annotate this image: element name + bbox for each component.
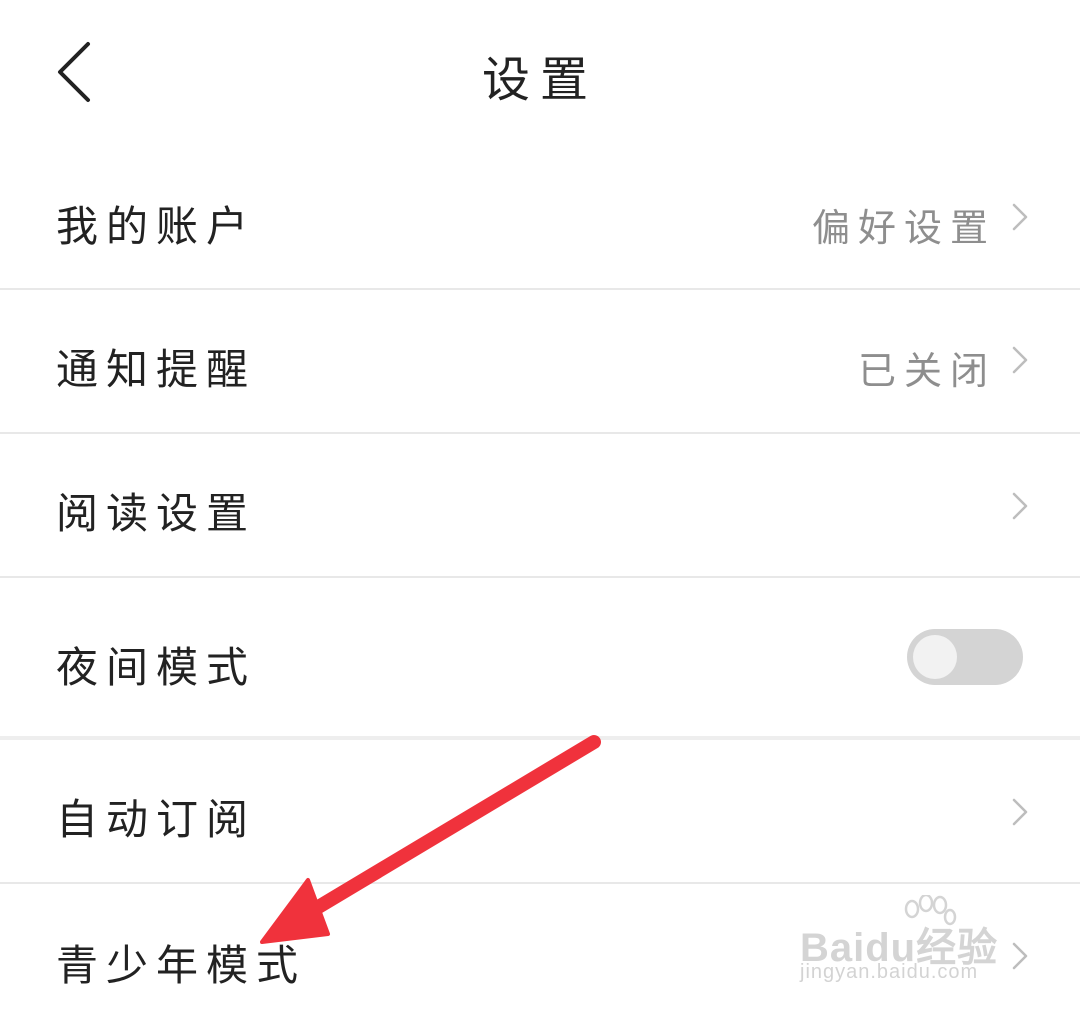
settings-screen: 设置 我的账户 偏好设置 通知提醒 已关闭 阅读设置 夜间模式 自动订阅 青少年…: [0, 0, 1080, 1012]
watermark-url: jingyan.baidu.com: [800, 961, 979, 983]
chevron-right-icon: [1012, 346, 1028, 374]
row-value: 偏好设置: [811, 206, 996, 250]
chevron-right-icon: [1012, 203, 1028, 231]
header-bar: 设置: [0, 0, 1080, 145]
night-mode-toggle[interactable]: [907, 629, 1023, 685]
row-label: 自动订阅: [56, 795, 257, 844]
row-label: 通知提醒: [56, 345, 257, 394]
settings-row-notifications[interactable]: 通知提醒 已关闭: [0, 290, 1080, 432]
row-label: 青少年模式: [56, 941, 307, 990]
row-label: 阅读设置: [56, 489, 257, 538]
row-value: 已关闭: [857, 349, 996, 393]
row-label: 我的账户: [56, 202, 257, 251]
settings-row-reading[interactable]: 阅读设置: [0, 434, 1080, 576]
chevron-right-icon: [1012, 798, 1028, 826]
row-label: 夜间模式: [56, 643, 257, 692]
settings-row-account[interactable]: 我的账户 偏好设置: [0, 145, 1080, 288]
page-title: 设置: [481, 52, 598, 108]
chevron-right-icon: [1012, 492, 1028, 520]
settings-row-night-mode: 夜间模式: [0, 578, 1080, 736]
toggle-knob: [913, 635, 957, 679]
settings-row-auto-subscribe[interactable]: 自动订阅: [0, 740, 1080, 882]
baidu-watermark: Baidu经验 jingyan.baidu.com: [800, 895, 1040, 995]
